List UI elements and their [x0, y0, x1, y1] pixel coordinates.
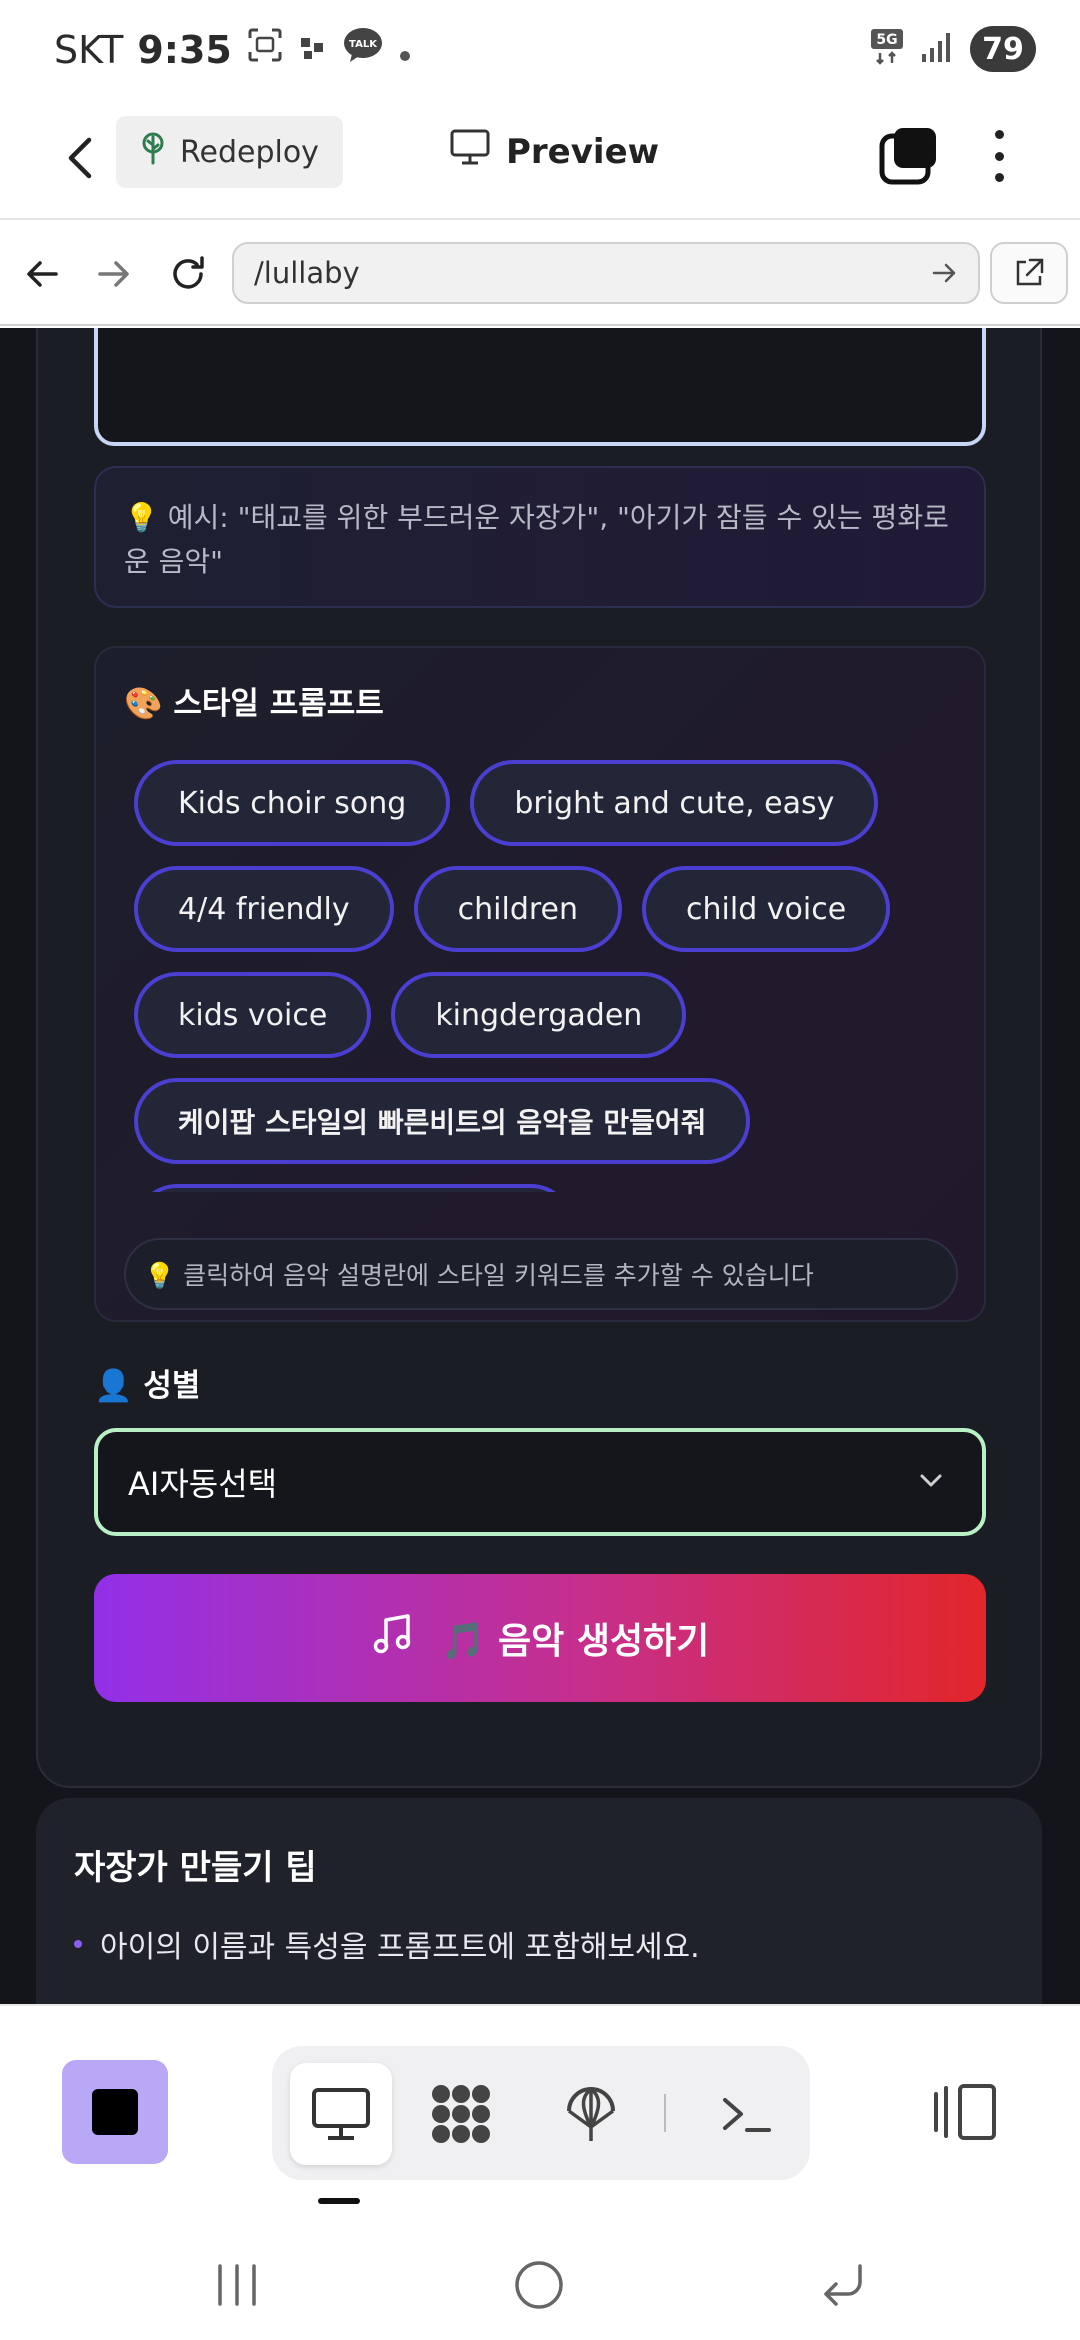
- style-chip[interactable]: Kids choir song: [134, 760, 451, 846]
- style-chip[interactable]: 4/4 friendly: [134, 866, 394, 952]
- svg-text:TALK: TALK: [349, 39, 378, 50]
- style-hint: 💡 클릭하여 음악 설명란에 스타일 키워드를 추가할 수 있습니다: [124, 1238, 958, 1310]
- signal-icon: [920, 30, 954, 68]
- windows-icon[interactable]: [878, 126, 938, 186]
- style-chip[interactable]: 케이팝 스타일의 빠른비트의 음악을 만들어줘: [134, 1078, 751, 1164]
- screenshot-icon: [246, 26, 284, 73]
- open-external-icon[interactable]: [990, 242, 1068, 304]
- stop-icon[interactable]: [62, 2060, 168, 2164]
- generate-music-button[interactable]: 🎵 음악 생성하기: [94, 1574, 986, 1702]
- style-chip[interactable]: [134, 1184, 574, 1192]
- bullet-icon: [74, 1940, 82, 1948]
- gender-label: 👤 성별: [94, 1368, 201, 1404]
- style-chip[interactable]: kingdergaden: [391, 972, 687, 1058]
- tab-separator: [664, 2094, 666, 2132]
- reload-icon[interactable]: [160, 246, 216, 302]
- web-content: 💡 예시: "태교를 위한 부드러운 자장가", "아기가 잠들 수 있는 평화…: [0, 328, 1080, 2004]
- example-hint: 💡 예시: "태교를 위한 부드러운 자장가", "아기가 잠들 수 있는 평화…: [94, 466, 986, 608]
- back-arrow-icon[interactable]: [50, 128, 110, 188]
- more-vertical-icon[interactable]: [984, 126, 1014, 186]
- battery-icon: 79: [970, 26, 1036, 72]
- style-prompt-section: 🎨 스타일 프롬프트 Kids choir song bright and cu…: [94, 646, 986, 1322]
- gender-select[interactable]: AI자동선택: [94, 1428, 986, 1536]
- tips-title: 자장가 만들기 팁: [74, 1848, 317, 1888]
- style-chip[interactable]: bright and cute, easy: [470, 760, 879, 846]
- browser-bar: /lullaby: [0, 222, 1080, 326]
- chevron-down-icon: [916, 1466, 946, 1504]
- go-arrow-icon[interactable]: [928, 256, 962, 297]
- style-chip[interactable]: kids voice: [134, 972, 372, 1058]
- list-item: 아이의 이름과 특성을 프롬프트에 포함해보세요.: [74, 1922, 700, 1966]
- tips-card: 자장가 만들기 팁 아이의 이름과 특성을 프롬프트에 포함해보세요.: [36, 1798, 1042, 2004]
- network-icon[interactable]: [540, 2063, 642, 2165]
- app-notification-icon: [298, 28, 328, 72]
- gender-selected-value: AI자동선택: [128, 1465, 278, 1503]
- svg-text:5G: 5G: [876, 32, 897, 48]
- preview-title: Preview: [450, 128, 659, 175]
- status-bar: SKT 9:35 TALK 5G 79: [0, 0, 1080, 100]
- app-bar: Redeploy Preview: [0, 100, 1080, 220]
- monitor-icon: [450, 128, 490, 175]
- carrier-label: SKT: [54, 27, 124, 72]
- style-prompt-title: 🎨 스타일 프롬프트: [124, 686, 384, 722]
- system-back-icon[interactable]: [808, 2250, 878, 2320]
- music-note-icon: [371, 1612, 415, 1665]
- style-chip[interactable]: child voice: [642, 866, 891, 952]
- clock: 9:35: [137, 27, 232, 72]
- recent-apps-icon[interactable]: [202, 2250, 272, 2320]
- nav-forward-icon[interactable]: [86, 246, 142, 302]
- bottom-toolbar: [0, 2004, 1080, 2230]
- redeploy-label: Redeploy: [180, 134, 319, 170]
- home-icon[interactable]: [504, 2250, 574, 2320]
- system-nav-bar: [0, 2230, 1080, 2340]
- dot-icon: [398, 28, 412, 72]
- style-chip-list: Kids choir song bright and cute, easy 4/…: [134, 760, 954, 1192]
- tab-group: [272, 2046, 810, 2180]
- desktop-icon[interactable]: [290, 2063, 392, 2165]
- apps-grid-icon[interactable]: [410, 2063, 512, 2165]
- url-input[interactable]: /lullaby: [232, 242, 980, 304]
- terminal-icon[interactable]: [696, 2063, 798, 2165]
- url-text: /lullaby: [254, 256, 360, 290]
- nav-back-icon[interactable]: [14, 246, 70, 302]
- style-chip[interactable]: children: [413, 866, 623, 952]
- tip-text: 아이의 이름과 특성을 프롬프트에 포함해보세요.: [100, 1930, 700, 1965]
- preview-label: Preview: [506, 131, 660, 172]
- active-tab-indicator: [318, 2198, 360, 2204]
- deploy-tree-icon: [138, 131, 168, 173]
- redeploy-button[interactable]: Redeploy: [116, 116, 343, 188]
- layout-icon[interactable]: [930, 2082, 1000, 2142]
- description-textarea[interactable]: [94, 328, 986, 446]
- 5g-icon: 5G: [870, 27, 904, 71]
- talk-icon: TALK: [342, 26, 384, 73]
- generate-music-label: 🎵 음악 생성하기: [440, 1621, 710, 1662]
